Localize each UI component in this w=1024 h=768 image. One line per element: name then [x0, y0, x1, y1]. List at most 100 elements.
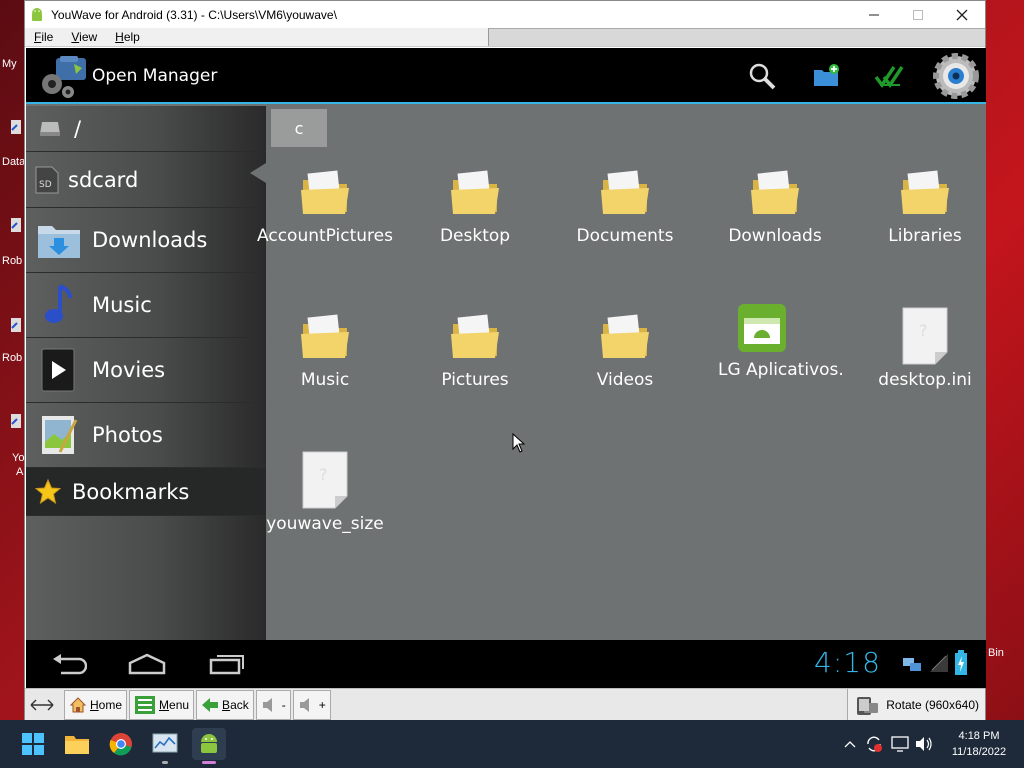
show-hidden-icons-button[interactable]: [840, 734, 860, 754]
menu-file[interactable]: File: [25, 28, 62, 46]
menu-help[interactable]: Help: [106, 28, 149, 46]
new-folder-button[interactable]: [806, 56, 846, 96]
sidebar-item-photos[interactable]: Photos: [26, 403, 266, 468]
file-item-document[interactable]: ? youwave_size: [250, 450, 400, 535]
nav-home-button[interactable]: [122, 650, 172, 678]
file-name: Downloads: [728, 226, 822, 246]
android-robot-icon: [201, 734, 217, 753]
new-folder-icon: [814, 64, 839, 86]
settings-button[interactable]: [932, 52, 980, 100]
taskbar-youwave[interactable]: [192, 728, 226, 764]
file-name: AccountPictures: [257, 226, 393, 246]
file-item-folder[interactable]: Videos: [550, 306, 700, 391]
desktop-label[interactable]: Rob: [2, 352, 22, 364]
window-title: YouWave for Android (3.31) - C:\Users\VM…: [51, 7, 337, 22]
desktop-label[interactable]: My: [2, 58, 17, 70]
tray-sync[interactable]: [864, 734, 884, 754]
tray-network[interactable]: [890, 734, 910, 754]
file-name: youwave_size: [266, 514, 384, 534]
volume-down-button[interactable]: -: [255, 689, 291, 720]
close-button[interactable]: [939, 1, 985, 28]
file-item-folder[interactable]: AccountPictures: [250, 162, 400, 247]
sidebar-item-label: sdcard: [68, 167, 139, 192]
sidebar-item-sdcard[interactable]: SD sdcard: [26, 152, 266, 208]
sidebar-header-bookmarks[interactable]: Bookmarks: [26, 468, 266, 516]
file-item-folder[interactable]: Libraries: [850, 162, 986, 247]
back-button[interactable]: Back: [196, 689, 254, 720]
drive-icon: [40, 121, 60, 136]
sidebar-item-label: Photos: [92, 423, 163, 447]
action-bar: Open Manager: [26, 48, 986, 104]
search-icon: [749, 63, 776, 90]
file-name: Videos: [596, 370, 654, 390]
sidebar-item-movies[interactable]: Movies: [26, 338, 266, 403]
multi-select-icon: [874, 66, 904, 89]
file-item-folder[interactable]: Pictures: [400, 306, 550, 391]
file-item-folder[interactable]: Music: [250, 306, 400, 391]
file-item-folder[interactable]: Downloads: [700, 162, 850, 247]
taskbar-task-manager[interactable]: [148, 728, 182, 764]
title-bar[interactable]: YouWave for Android (3.31) - C:\Users\VM…: [25, 1, 985, 28]
chevron-up-icon: [844, 741, 856, 748]
volume-up-button[interactable]: +: [292, 689, 331, 720]
folder-icon: [301, 170, 349, 214]
desktop-label[interactable]: Yo: [12, 452, 24, 464]
search-button[interactable]: [742, 56, 782, 96]
arrow-left-icon: [202, 697, 219, 712]
open-manager-logo-icon[interactable]: [38, 54, 90, 100]
speaker-icon: [299, 697, 309, 712]
sidebar-item-label: Downloads: [92, 228, 208, 252]
multi-select-button[interactable]: [870, 56, 910, 96]
recent-apps-icon: [209, 655, 244, 675]
desktop-label[interactable]: Rob: [2, 255, 22, 267]
minimize-icon: [869, 14, 879, 15]
file-item-folder[interactable]: Desktop: [400, 162, 550, 247]
recycle-bin-label[interactable]: Bin: [988, 647, 1004, 659]
menu-bar: File View Help: [25, 28, 985, 47]
apk-icon: [738, 304, 786, 352]
android-screen[interactable]: Open Manager / SD sdcard Downloads Music…: [26, 48, 986, 688]
active-indicator: [202, 761, 216, 764]
network-icon: [903, 658, 921, 671]
taskbar-file-explorer[interactable]: [60, 728, 94, 760]
start-button[interactable]: [16, 728, 50, 760]
sidebar: / SD sdcard Downloads Music Movies Photo…: [26, 106, 266, 640]
taskbar-chrome[interactable]: [104, 728, 138, 760]
horizontal-resize-icon: [30, 699, 54, 710]
menu-button[interactable]: Menu: [129, 689, 195, 720]
file-item-document[interactable]: ? desktop.ini: [850, 306, 986, 391]
nav-recent-apps-button[interactable]: [202, 650, 252, 678]
mouse-cursor-icon: [512, 433, 526, 453]
volume-down-label: -: [281, 697, 286, 712]
file-item-folder[interactable]: Documents: [550, 162, 700, 247]
file-name: desktop.ini: [878, 370, 972, 390]
downloads-folder-icon: [38, 226, 80, 258]
breadcrumb[interactable]: c: [271, 109, 327, 147]
sidebar-item-downloads[interactable]: Downloads: [26, 208, 266, 273]
desktop-shortcut-icon[interactable]: [8, 412, 22, 434]
menu-view[interactable]: View: [62, 28, 106, 46]
desktop-shortcut-icon[interactable]: [8, 118, 22, 140]
desktop-label[interactable]: Data: [2, 156, 25, 168]
file-item-apk[interactable]: LG Aplicativos.: [700, 300, 850, 381]
folder-icon: [301, 314, 349, 358]
sidebar-bookmarks-label: Bookmarks: [72, 479, 190, 504]
signal-icon: [930, 654, 948, 672]
home-button[interactable]: Home: [64, 689, 128, 720]
sidebar-item-music[interactable]: Music: [26, 273, 266, 338]
nav-back-button[interactable]: [44, 650, 94, 678]
file-explorer-icon: [65, 736, 89, 754]
desktop-shortcut-icon[interactable]: [8, 216, 22, 238]
tray-volume[interactable]: [914, 734, 934, 754]
maximize-button[interactable]: [895, 1, 941, 28]
desktop-shortcut-icon[interactable]: [8, 316, 22, 338]
minimize-button[interactable]: [851, 1, 897, 28]
rotate-button[interactable]: Rotate (960x640): [847, 689, 985, 721]
sidebar-item-root[interactable]: /: [26, 106, 266, 152]
home-button-label: Home: [90, 697, 123, 712]
toggle-width-button[interactable]: [25, 690, 62, 720]
sidebar-item-label: /: [74, 116, 82, 141]
desktop-label[interactable]: A: [16, 466, 23, 478]
taskbar-clock[interactable]: 4:18 PM 11/18/2022: [948, 728, 1010, 760]
breadcrumb-label: c: [294, 118, 304, 138]
